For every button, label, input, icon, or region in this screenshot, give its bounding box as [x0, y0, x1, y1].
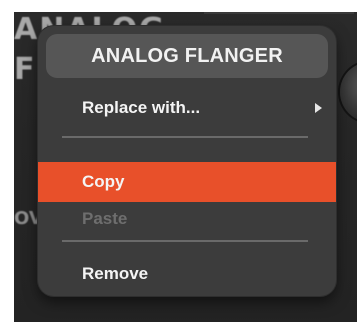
menu-item-remove[interactable]: Remove — [38, 254, 336, 294]
chevron-right-icon — [315, 103, 322, 113]
menu-item-copy[interactable]: Copy — [38, 162, 336, 202]
menu-separator — [62, 240, 308, 242]
menu-item-replace-with[interactable]: Replace with... — [38, 88, 336, 128]
menu-item-label: Paste — [82, 209, 128, 228]
menu-item-label: Replace with... — [82, 98, 201, 117]
screen: ANALOG FL OV ANALOG FLANGER Replace with… — [0, 0, 357, 322]
menu-item-label: Remove — [82, 264, 149, 283]
menu-separator — [62, 136, 308, 138]
menu-item-label: Copy — [82, 172, 125, 191]
context-menu-header: ANALOG FLANGER — [46, 34, 328, 78]
context-menu: ANALOG FLANGER Replace with... Copy Past… — [38, 26, 336, 296]
context-menu-title: ANALOG FLANGER — [91, 45, 283, 67]
menu-item-paste: Paste — [38, 199, 336, 239]
panel-knob[interactable] — [340, 62, 357, 122]
panel-divider — [204, 12, 354, 14]
